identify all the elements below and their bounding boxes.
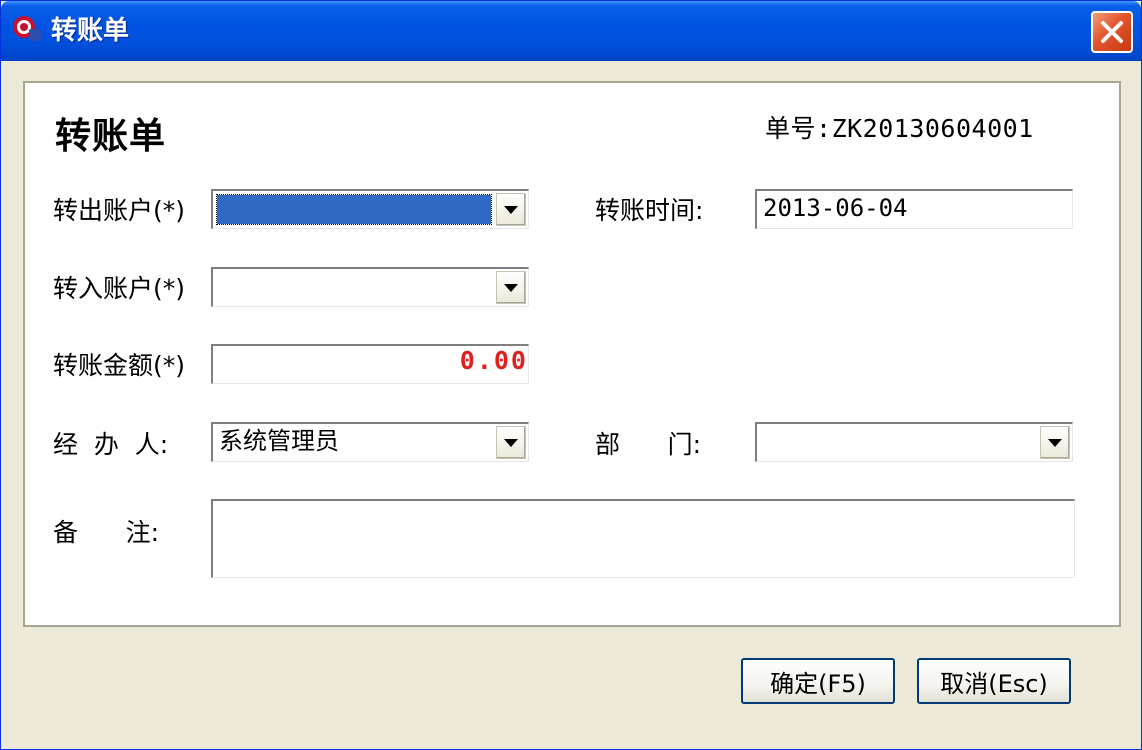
transfer-time-value: 2013-06-04 xyxy=(763,194,908,222)
from-account-selection-highlight xyxy=(216,194,492,225)
form-heading: 转账单 xyxy=(55,116,167,157)
amount-input[interactable]: 0.00 xyxy=(211,344,529,384)
chevron-down-icon xyxy=(504,438,518,447)
handler-dropdown-button[interactable] xyxy=(496,426,526,459)
window-title: 转账单 xyxy=(51,16,130,46)
close-icon xyxy=(1101,21,1123,43)
from-account-dropdown-button[interactable] xyxy=(496,193,526,226)
order-number: 单号:ZK20130604001 xyxy=(765,109,1034,145)
amount-label: 转账金额(*) xyxy=(53,351,186,380)
department-combobox[interactable] xyxy=(755,422,1073,462)
remark-label: 备 注: xyxy=(53,518,160,547)
chevron-down-icon xyxy=(504,205,518,214)
order-number-label: 单号: xyxy=(765,114,832,143)
transfer-time-input[interactable]: 2013-06-04 xyxy=(755,189,1073,229)
from-account-combobox[interactable] xyxy=(211,189,529,229)
to-account-combobox[interactable] xyxy=(211,267,529,307)
chevron-down-icon xyxy=(504,283,518,292)
transfer-dialog-window: 转账单 转账单 单号:ZK20130604001 转出账户(*) 转账时间: 2… xyxy=(0,0,1142,750)
from-account-label: 转出账户(*) xyxy=(53,196,186,225)
app-logo-icon xyxy=(13,16,41,41)
to-account-dropdown-button[interactable] xyxy=(496,271,526,304)
handler-label: 经 办 人: xyxy=(53,430,169,459)
to-account-label: 转入账户(*) xyxy=(53,274,186,303)
department-label: 部 门: xyxy=(595,430,702,459)
amount-value: 0.00 xyxy=(459,346,528,375)
close-button[interactable] xyxy=(1091,11,1133,53)
chevron-down-icon xyxy=(1048,438,1062,447)
handler-combobox[interactable]: 系统管理员 xyxy=(211,422,529,462)
cancel-button[interactable]: 取消(Esc) xyxy=(917,658,1071,704)
handler-value: 系统管理员 xyxy=(219,427,339,455)
order-number-value: ZK20130604001 xyxy=(831,114,1034,143)
department-dropdown-button[interactable] xyxy=(1040,426,1070,459)
form-panel: 转账单 单号:ZK20130604001 转出账户(*) 转账时间: 2013-… xyxy=(23,81,1121,627)
ok-button[interactable]: 确定(F5) xyxy=(741,658,895,704)
transfer-time-label: 转账时间: xyxy=(595,196,704,225)
remark-textarea[interactable] xyxy=(211,499,1075,578)
title-bar[interactable]: 转账单 xyxy=(1,1,1141,61)
